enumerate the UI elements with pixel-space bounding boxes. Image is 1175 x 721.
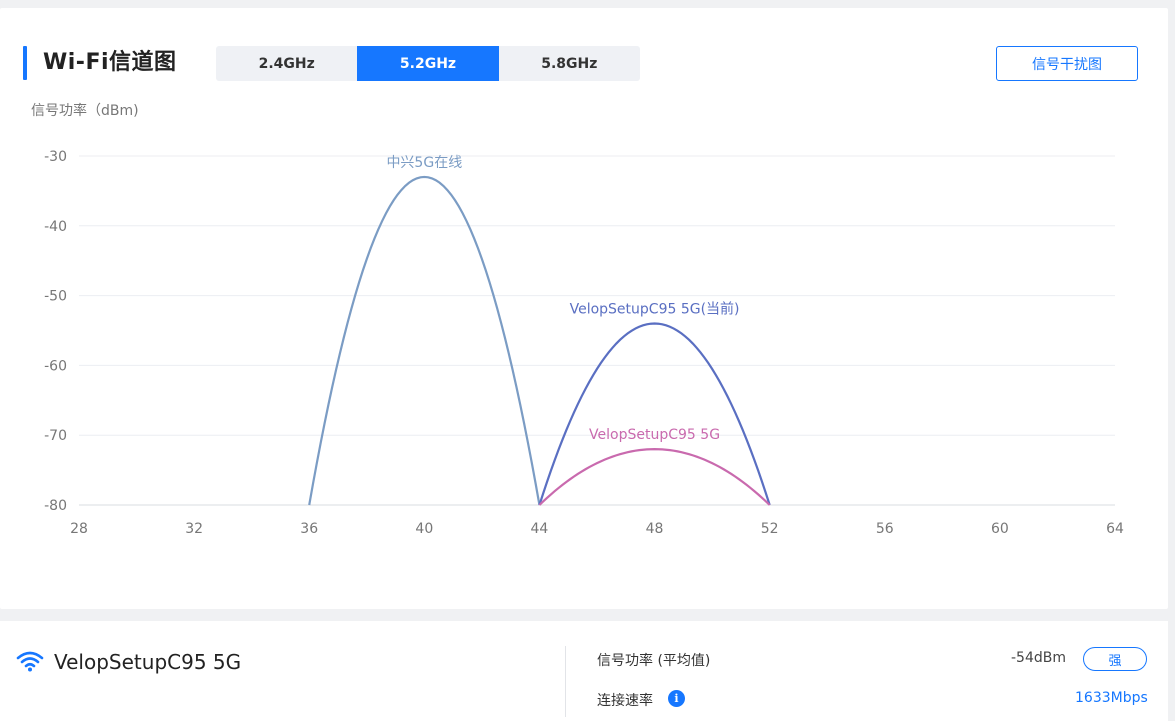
x-tick-label: 28 — [70, 521, 88, 537]
y-tick-label: -60 — [44, 358, 67, 374]
x-tick-label: 60 — [991, 521, 1009, 537]
signal-strength-badge: 强 — [1083, 647, 1147, 671]
x-tick-label: 48 — [646, 521, 664, 537]
x-tick-label: 52 — [761, 521, 779, 537]
wifi-icon — [16, 651, 44, 672]
link-rate-label: 连接速率 — [597, 693, 653, 709]
series-curve — [538, 448, 771, 506]
channel-chart: -30 -40 -50 -60 -70 -8028 32 36 40 44 48 52 56 60 64 中… — [44, 149, 1124, 537]
y-tick-label: -40 — [44, 219, 67, 235]
x-tick-label: 64 — [1106, 521, 1124, 537]
x-tick-label: 44 — [531, 521, 549, 537]
x-tick-label: 40 — [415, 521, 433, 537]
x-tick-label: 56 — [876, 521, 894, 537]
y-tick-label: -80 — [44, 498, 67, 514]
link-rate-value: 1633Mbps — [1075, 690, 1148, 706]
series-label: VelopSetupC95 5G — [589, 427, 720, 443]
connected-ssid: VelopSetupC95 5G — [54, 650, 242, 674]
x-tick-label: 32 — [185, 521, 203, 537]
x-tick-label: 36 — [300, 521, 318, 537]
y-tick-label: -50 — [44, 289, 67, 305]
series-label: 中兴5G在线 — [386, 155, 462, 171]
y-tick-label: -30 — [44, 149, 67, 165]
info-icon[interactable]: i — [668, 690, 685, 707]
signal-power-label: 信号功率 (平均值) — [597, 653, 711, 669]
y-tick-label: -70 — [44, 428, 67, 444]
info-divider — [565, 646, 566, 717]
signal-power-value: -54dBm — [1011, 650, 1066, 666]
series-label: VelopSetupC95 5G(当前) — [570, 301, 740, 318]
